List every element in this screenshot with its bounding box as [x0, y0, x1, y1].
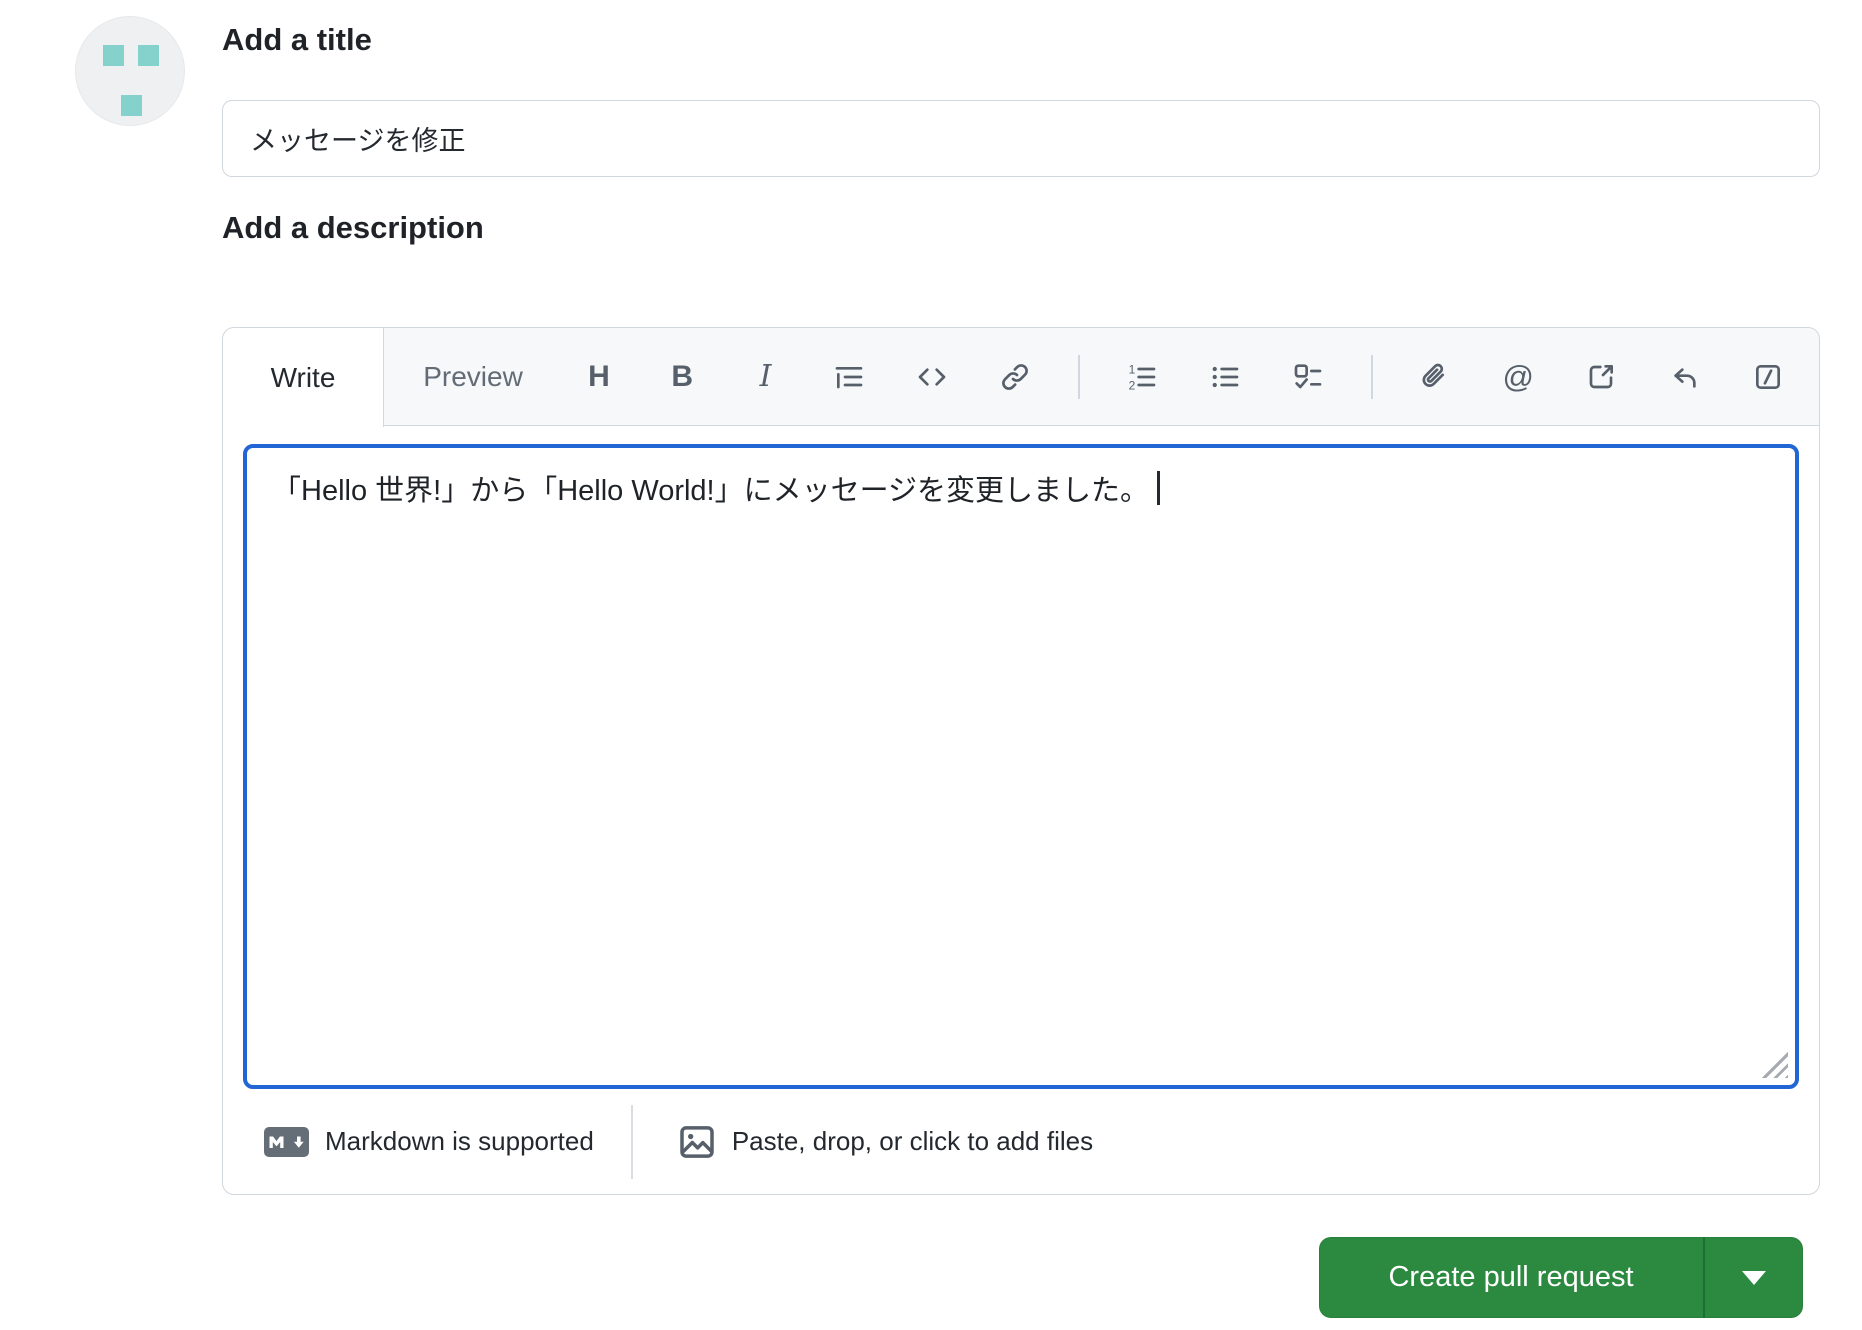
paste-hint-label: Paste, drop, or click to add files	[731, 1126, 1094, 1156]
identicon-square	[103, 45, 124, 66]
description-editor: Write Preview H B I 1 2 @ 「Hello 世界!」から「…	[222, 327, 1820, 1195]
mention-button[interactable]: @	[1497, 353, 1539, 401]
create-pull-request-page: Add a title Add a description Write Prev…	[0, 0, 1862, 1330]
text-cursor	[1157, 471, 1161, 505]
identicon-square	[121, 95, 142, 116]
svg-text:1: 1	[1129, 362, 1136, 376]
quote-icon	[835, 366, 863, 388]
paperclip-icon	[1422, 363, 1444, 387]
footer-divider	[630, 1104, 633, 1179]
editor-body: 「Hello 世界!」から「Hello World!」にメッセージを変更しました…	[223, 426, 1819, 1089]
create-pull-request-split-button: Create pull request	[1319, 1237, 1803, 1318]
code-icon	[918, 367, 946, 386]
code-button[interactable]	[911, 353, 953, 401]
tab-write-label: Write	[270, 361, 336, 393]
tab-write[interactable]: Write	[223, 328, 384, 427]
link-button[interactable]	[994, 353, 1036, 401]
markdown-icon	[264, 1126, 309, 1157]
numbered-list-icon: 1 2	[1129, 362, 1156, 392]
numbered-list-button[interactable]: 1 2	[1121, 353, 1163, 401]
reply-icon	[1674, 367, 1696, 388]
task-list-button[interactable]	[1287, 353, 1329, 401]
toolbar-separator	[1370, 354, 1373, 399]
add-title-heading: Add a title	[222, 22, 372, 57]
svg-text:2: 2	[1129, 378, 1136, 392]
editor-footer: Markdown is supported Paste, drop, or cl…	[223, 1089, 1819, 1194]
link-icon	[1002, 363, 1029, 390]
description-text: 「Hello 世界!」から「Hello World!」にメッセージを変更しました…	[272, 475, 1150, 507]
markdown-hint-label: Markdown is supported	[325, 1126, 594, 1156]
slash-commands-button[interactable]	[1747, 353, 1789, 401]
quote-button[interactable]	[828, 353, 870, 401]
description-textarea[interactable]: 「Hello 世界!」から「Hello World!」にメッセージを変更しました…	[243, 444, 1799, 1089]
bold-icon: B	[671, 359, 694, 393]
create-pull-request-button[interactable]: Create pull request	[1319, 1237, 1703, 1318]
add-description-heading: Add a description	[222, 210, 484, 245]
markdown-toolbar: H B I 1 2 @	[562, 328, 1819, 425]
italic-button[interactable]: I	[745, 353, 787, 401]
identicon-square	[138, 45, 159, 66]
tab-preview[interactable]: Preview	[384, 328, 562, 425]
resize-handle-icon[interactable]	[1758, 1048, 1788, 1078]
editor-tab-toolbar: Write Preview H B I 1 2 @	[223, 328, 1819, 427]
toolbar-separator	[1077, 354, 1080, 399]
saved-replies-button[interactable]	[1664, 353, 1706, 401]
heading-icon: H	[588, 359, 610, 393]
caret-down-icon	[1742, 1270, 1766, 1285]
attach-file-button[interactable]	[1414, 353, 1456, 401]
avatar	[75, 16, 185, 126]
tab-preview-label: Preview	[423, 360, 523, 392]
image-icon	[680, 1125, 714, 1158]
mention-icon: @	[1502, 359, 1534, 394]
bulleted-list-button[interactable]	[1204, 353, 1246, 401]
pr-title-input[interactable]	[222, 100, 1820, 177]
attach-files-button[interactable]: Paste, drop, or click to add files	[677, 1122, 1093, 1162]
heading-button[interactable]: H	[578, 353, 620, 401]
bold-button[interactable]: B	[661, 353, 703, 401]
slash-command-icon	[1755, 364, 1780, 389]
markdown-supported-link[interactable]: Markdown is supported	[263, 1126, 594, 1158]
create-pull-request-dropdown[interactable]	[1705, 1237, 1803, 1318]
cross-reference-button[interactable]	[1580, 353, 1622, 401]
italic-icon: I	[759, 358, 772, 394]
task-list-icon	[1295, 363, 1322, 388]
bulleted-list-icon	[1212, 366, 1239, 387]
cross-reference-icon	[1590, 364, 1614, 388]
